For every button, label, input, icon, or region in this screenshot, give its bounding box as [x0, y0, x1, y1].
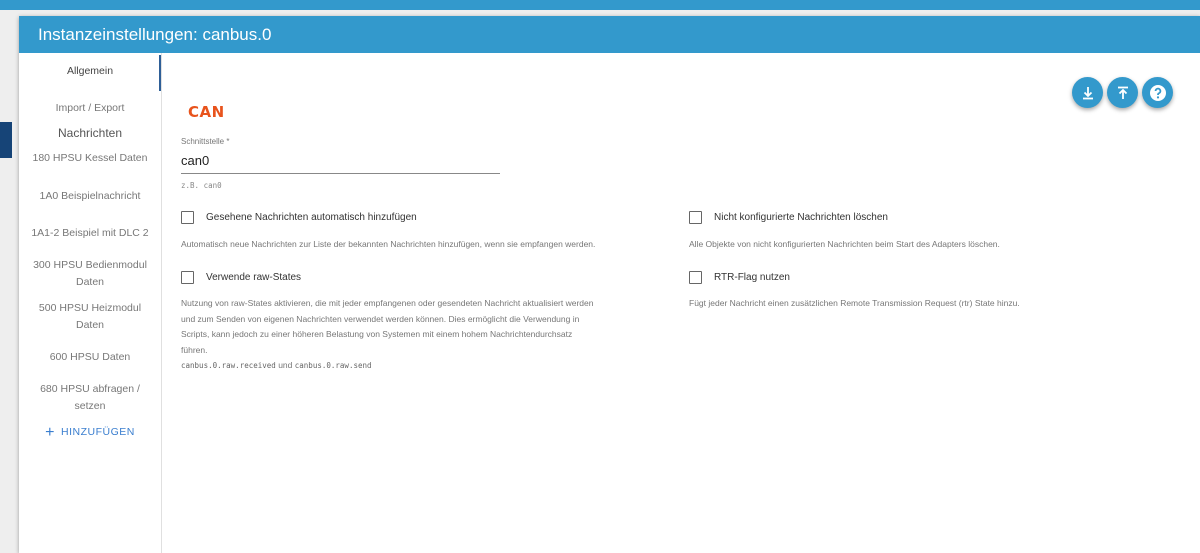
- interface-underline: [181, 173, 500, 174]
- sidebar-item-680[interactable]: 680 HPSU abfragen / setzen: [19, 381, 161, 415]
- interface-help-code: can0: [203, 181, 222, 190]
- settings-sidebar: Allgemein Import / Export Nachrichten 18…: [19, 53, 162, 553]
- instance-settings-dialog: Instanzeinstellungen: canbus.0 Allgemein…: [19, 16, 1200, 553]
- raw-states-description: Nutzung von raw-States aktivieren, die m…: [181, 296, 681, 374]
- delete-unconfigured-checkbox-row[interactable]: Nicht konfigurierte Nachrichten löschen: [689, 211, 888, 224]
- app-top-bar: [0, 0, 1200, 10]
- raw-states-code-line: canbus.0.raw.received und canbus.0.raw.s…: [181, 358, 681, 374]
- sidebar-item-1a0[interactable]: 1A0 Beispielnachricht: [19, 188, 161, 205]
- sidebar-item-1a1-2[interactable]: 1A1-2 Beispiel mit DLC 2: [19, 225, 161, 242]
- sidebar-item-allgemein[interactable]: Allgemein: [19, 63, 161, 80]
- dialog-title: Instanzeinstellungen: canbus.0: [38, 25, 272, 44]
- can-logo: CAN: [188, 103, 225, 121]
- raw-states-description-line: Nutzung von raw-States aktivieren, die m…: [181, 298, 594, 308]
- raw-states-label: Verwende raw-States: [206, 272, 302, 283]
- add-message-label: HINZUFÜGEN: [61, 426, 135, 438]
- rtr-flag-description: Fügt jeder Nachricht einen zusätzlichen …: [689, 298, 1020, 308]
- auto-add-label: Gesehene Nachrichten automatisch hinzufü…: [206, 212, 417, 223]
- download-button[interactable]: [1072, 77, 1103, 108]
- upload-icon: [1117, 86, 1128, 99]
- download-icon: [1082, 86, 1093, 99]
- plus-icon: +: [45, 424, 55, 441]
- background-nav-indicator: [0, 122, 12, 158]
- rtr-flag-label: RTR-Flag nutzen: [714, 272, 790, 283]
- sidebar-item-600[interactable]: 600 HPSU Daten: [19, 349, 161, 366]
- auto-add-checkbox-row[interactable]: Gesehene Nachrichten automatisch hinzufü…: [181, 211, 417, 224]
- help-button[interactable]: [1142, 77, 1173, 108]
- rtr-flag-checkbox[interactable]: [689, 271, 702, 284]
- delete-unconfigured-description: Alle Objekte von nicht konfigurierten Na…: [689, 239, 1000, 249]
- raw-states-checkbox-row[interactable]: Verwende raw-States: [181, 271, 301, 284]
- raw-states-description-line: und zum Senden von eigenen Nachrichten v…: [181, 313, 580, 324]
- raw-states-description-line: Scripts, kann jedoch zu einer höheren Be…: [181, 329, 573, 339]
- auto-add-checkbox[interactable]: [181, 211, 194, 224]
- add-message-button[interactable]: + HINZUFÜGEN: [19, 424, 161, 441]
- sidebar-item-180[interactable]: 180 HPSU Kessel Daten: [19, 150, 161, 167]
- auto-add-description: Automatisch neue Nachrichten zur Liste d…: [181, 239, 596, 249]
- raw-send-code: canbus.0.raw.send: [294, 361, 372, 370]
- interface-label: Schnittstelle *: [181, 137, 230, 146]
- interface-input[interactable]: can0: [181, 153, 209, 168]
- raw-states-checkbox[interactable]: [181, 271, 194, 284]
- upload-button[interactable]: [1107, 77, 1138, 108]
- sidebar-item-500[interactable]: 500 HPSU Heizmodul Daten: [19, 300, 161, 334]
- sidebar-section-nachrichten: Nachrichten: [57, 126, 123, 140]
- sidebar-item-import-export[interactable]: Import / Export: [19, 100, 161, 117]
- dialog-header: Instanzeinstellungen: canbus.0: [19, 16, 1200, 53]
- delete-unconfigured-label: Nicht konfigurierte Nachrichten löschen: [714, 212, 888, 223]
- interface-help: z.B. can0: [181, 181, 222, 190]
- help-icon: [1149, 84, 1166, 101]
- interface-help-prefix: z.B.: [181, 181, 200, 190]
- raw-code-joiner: und: [278, 360, 293, 370]
- rtr-flag-checkbox-row[interactable]: RTR-Flag nutzen: [689, 271, 790, 284]
- sidebar-item-300[interactable]: 300 HPSU Bedienmodul Daten: [19, 257, 161, 291]
- raw-states-description-line: führen.: [181, 344, 208, 355]
- settings-content: CAN Schnittstelle * can0 z.B. can0 Geseh…: [162, 53, 1200, 553]
- delete-unconfigured-checkbox[interactable]: [689, 211, 702, 224]
- raw-received-code: canbus.0.raw.received: [181, 361, 276, 370]
